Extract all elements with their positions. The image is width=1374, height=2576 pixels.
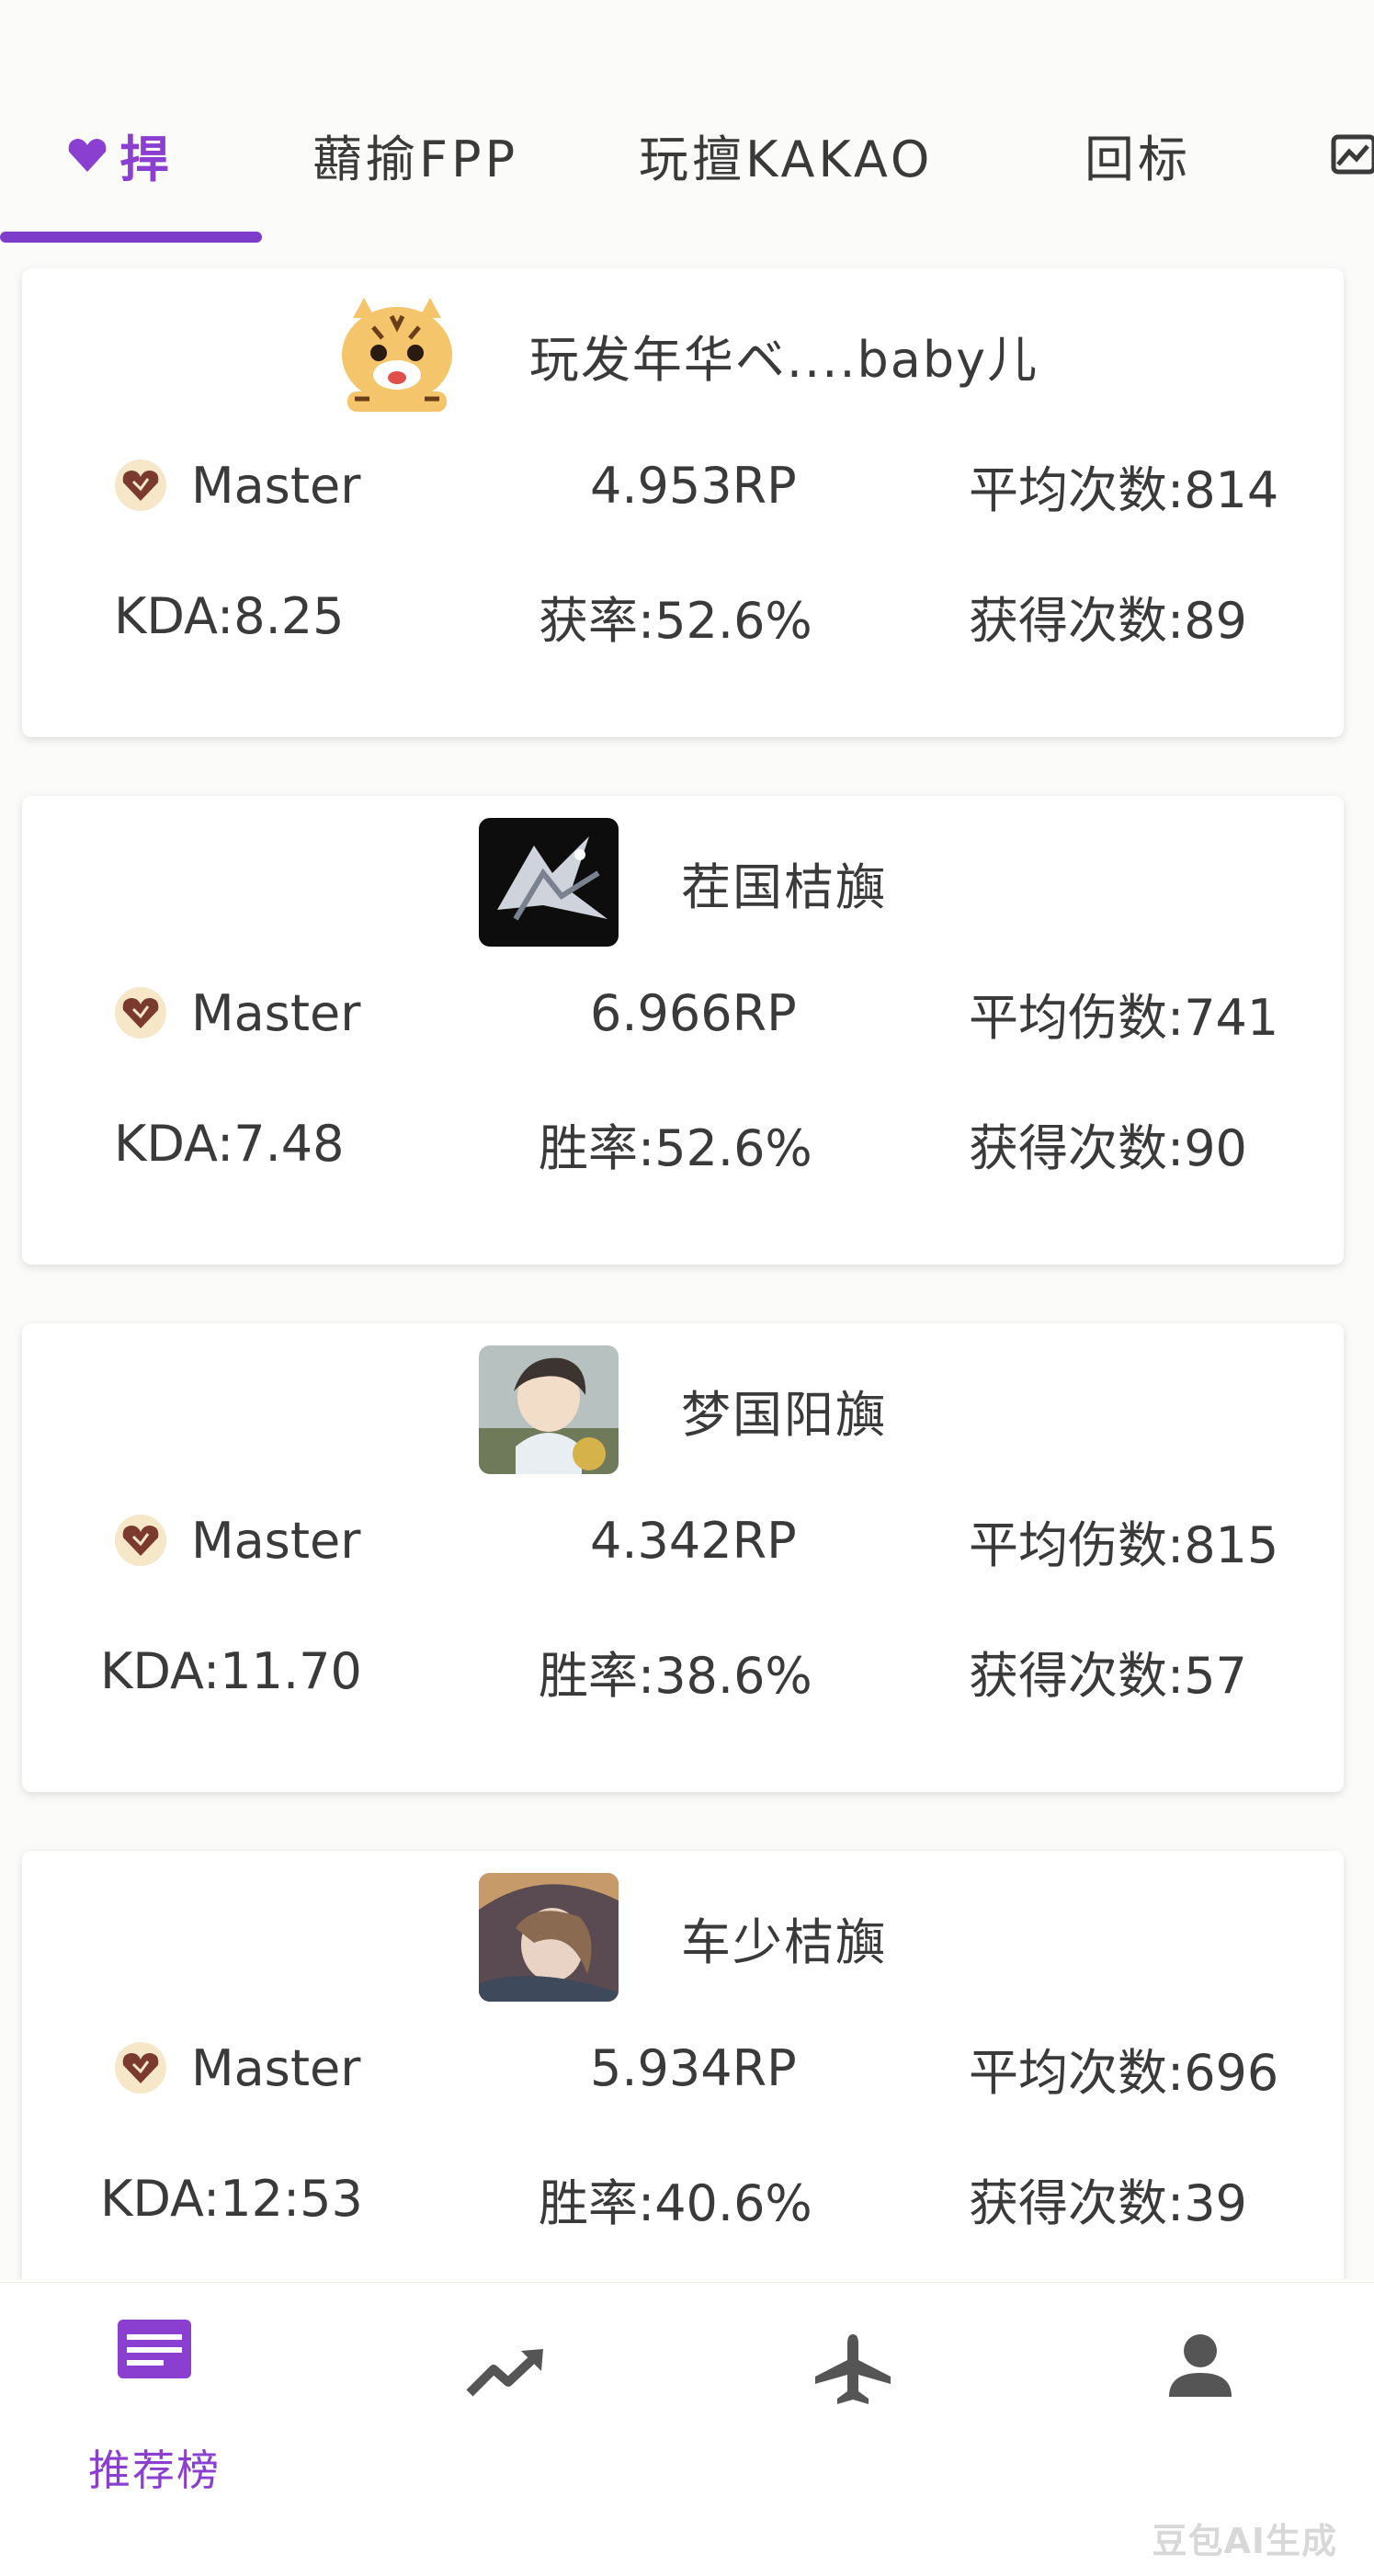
stats-row: KDA:8.25 获率:52.6% 获得次数:89 [22, 579, 1344, 653]
stats-row: KDA:12:53 胜率:40.6% 获得次数:39 [22, 2162, 1344, 2235]
tab-label: 捍 [119, 130, 173, 188]
tier: Master [114, 976, 360, 1050]
tab-label: 玩擅KAKAO [639, 130, 934, 188]
kda-value: KDA:7.48 [114, 1114, 345, 1173]
nav-trending[interactable] [414, 2320, 597, 2503]
watermark: 豆包AI生成 [1152, 2521, 1337, 2561]
player-card[interactable]: 车少桔旟 Master 5.934RP 平均次数:696 KDA:12:53 胜… [22, 1851, 1344, 2279]
bottom-nav: 推荐榜 豆包AI生成 [0, 2282, 1374, 2576]
list-icon [118, 2320, 191, 2378]
tier-badge-icon [115, 987, 166, 1038]
tier-badge-icon [115, 460, 166, 511]
count-stat: 获得次数:89 [969, 591, 1247, 650]
player-name: 梦国阳旟 [681, 1385, 887, 1444]
player-header: 茬国桔旟 [22, 818, 1344, 947]
stats-row: KDA:11.70 胜率:38.6% 获得次数:57 [22, 1634, 1344, 1708]
tab-kakao[interactable]: 玩擅KAKAO [639, 118, 933, 191]
stats-row: KDA:7.48 胜率:52.6% 获得次数:90 [22, 1106, 1344, 1180]
player-card[interactable]: 茬国桔旟 Master 6.966RP 平均伤数:741 KDA:7.48 胜率… [22, 796, 1344, 1265]
top-tab-bar: 捍 蘛揄FPP 玩擅KAKAO 回标 [0, 83, 1374, 248]
nav-profile[interactable] [1108, 2320, 1292, 2503]
avg-stat: 平均伤数:815 [969, 1515, 1279, 1574]
tab-label: 蘛揄FPP [312, 130, 519, 188]
tier: Master [114, 1504, 360, 1577]
tier-label: Master [191, 983, 361, 1042]
stats-row: Master 5.934RP 平均次数:696 [22, 2031, 1344, 2105]
kda-value: KDA:11.70 [100, 1641, 362, 1700]
tier-badge-icon [115, 1515, 166, 1566]
tier: Master [114, 2031, 360, 2105]
avg-stat: 平均次数:814 [969, 460, 1279, 519]
tab-featured[interactable]: 捍 [64, 118, 173, 191]
tier-label: Master [191, 456, 361, 515]
player-name: 玩发年华ベ....baby儿 [528, 330, 1039, 389]
player-header: 梦国阳旟 [22, 1345, 1344, 1474]
trending-icon [466, 2349, 543, 2397]
kda-value: KDA:8.25 [114, 586, 345, 645]
win-rate: 胜率:40.6% [539, 2173, 812, 2232]
nav-label: 推荐榜 [88, 2445, 221, 2495]
count-stat: 获得次数:57 [969, 1646, 1247, 1705]
player-card[interactable]: 玩发年华ベ....baby儿 Master 4.953RP 平均次数:814 K… [22, 268, 1344, 737]
rp-value: 4.953RP [590, 456, 797, 515]
stats-row: Master 4.953RP 平均次数:814 [22, 448, 1344, 522]
person-icon [1169, 2334, 1232, 2397]
tier-label: Master [191, 2038, 361, 2097]
count-stat: 获得次数:90 [969, 1118, 1247, 1177]
player-card[interactable]: 梦国阳旟 Master 4.342RP 平均伤数:815 KDA:11.70 胜… [22, 1323, 1344, 1792]
player-name: 茬国桔旟 [681, 857, 887, 916]
heart-gem-icon [68, 139, 107, 172]
airplane-icon [815, 2334, 891, 2404]
rp-value: 4.342RP [590, 1511, 797, 1570]
rp-value: 5.934RP [590, 2038, 797, 2097]
tier: Master [114, 448, 360, 522]
chart-icon [1331, 134, 1374, 175]
tier-badge-icon [115, 2042, 166, 2094]
stats-row: Master 6.966RP 平均伤数:741 [22, 976, 1344, 1050]
nav-recommended[interactable]: 推荐榜 [62, 2320, 246, 2503]
stats-row: Master 4.342RP 平均伤数:815 [22, 1504, 1344, 1577]
tiger-cartoon-avatar [326, 290, 467, 419]
player-name: 车少桔旟 [681, 1912, 887, 1971]
avg-stat: 平均伤数:741 [969, 988, 1279, 1047]
tab-label: 回标 [1084, 130, 1191, 188]
tab-chart[interactable] [1331, 118, 1374, 191]
kda-value: KDA:12:53 [100, 2169, 363, 2228]
win-rate: 胜率:52.6% [539, 1118, 812, 1177]
active-tab-indicator [0, 232, 262, 243]
win-rate: 获率:52.6% [539, 591, 812, 650]
dark-dragon-avatar [479, 818, 619, 947]
player-header: 车少桔旟 [22, 1873, 1344, 2002]
tab-fpp[interactable]: 蘛揄FPP [312, 118, 518, 191]
count-stat: 获得次数:39 [969, 2173, 1247, 2232]
hat-character-avatar [479, 1873, 619, 2002]
rp-value: 6.966RP [590, 983, 797, 1042]
win-rate: 胜率:38.6% [539, 1646, 812, 1705]
nav-airplane[interactable] [761, 2320, 945, 2503]
avg-stat: 平均次数:696 [969, 2043, 1279, 2102]
tier-label: Master [191, 1511, 361, 1570]
tab-ranking[interactable]: 回标 [1084, 118, 1191, 191]
anime-girl-avatar [479, 1345, 619, 1474]
player-header: 玩发年华ベ....baby儿 [22, 290, 1344, 419]
leaderboard-list: 玩发年华ベ....baby儿 Master 4.953RP 平均次数:814 K… [0, 0, 1374, 2279]
